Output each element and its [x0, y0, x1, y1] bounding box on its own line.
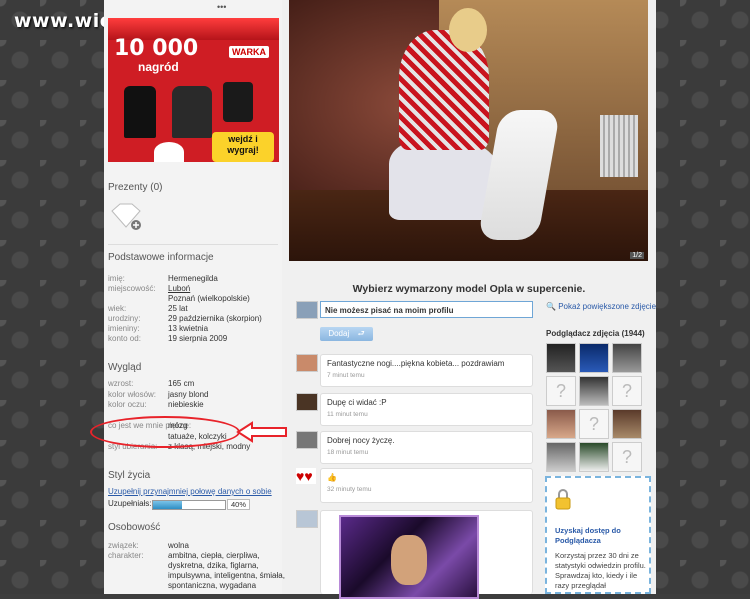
zoom-photo-label: Pokaż powiększone zdjęcie: [558, 302, 657, 311]
commenter-avatar[interactable]: [296, 510, 318, 528]
comment-input[interactable]: Nie możesz pisać na moim profilu: [320, 301, 533, 318]
advertisement-banner[interactable]: 10 000 nagród WARKA wejdź i wygraj!: [108, 18, 279, 162]
photo-head: [449, 8, 487, 52]
viewer-access-promo[interactable]: Uzyskaj dostęp do Podglądacza Korzystaj …: [545, 476, 651, 594]
comment-text: Dobrej nocy życzę.: [327, 436, 395, 445]
promo-body: Korzystaj przez 30 dni ze statystyki odw…: [555, 551, 646, 590]
zoom-photo-link[interactable]: 🔍 Pokaż powiększone zdjęcie: [546, 302, 656, 311]
personality-title: Osobowość: [108, 522, 161, 533]
city-link[interactable]: Luboń: [168, 284, 286, 294]
info-key: kolor oczu:: [108, 400, 147, 409]
fill-profile-link[interactable]: Uzupełnij przynajmniej połowę danych o s…: [108, 487, 283, 496]
profile-progress-bar: [152, 500, 226, 510]
promo-title[interactable]: Uzyskaj dostęp do Podglądacza: [555, 526, 647, 546]
info-value: 13 kwietnia: [168, 324, 209, 333]
highlight-circle: [90, 416, 240, 448]
comment-text: Fantastyczne nogi....piękna kobieta... p…: [327, 359, 505, 368]
viewer-thumbnail[interactable]: [579, 376, 609, 406]
hoodie-image: [124, 86, 156, 138]
info-key: wzrost:: [108, 379, 134, 388]
gifts-title: Prezenty (0): [108, 182, 163, 193]
more-icon[interactable]: •••: [217, 2, 226, 12]
divider: [108, 244, 278, 245]
viewer-thumbnail[interactable]: [546, 409, 576, 439]
comment-image[interactable]: [339, 515, 479, 599]
thumbs-up-icon: 👍: [327, 473, 337, 482]
lock-icon: [555, 489, 571, 510]
ad-cta-button[interactable]: wejdź i wygraj!: [212, 132, 274, 162]
comment-image-figure: [391, 535, 427, 585]
viewer-thumbnail[interactable]: [612, 343, 642, 373]
info-value: 25 lat: [168, 304, 188, 313]
info-key: związek:: [108, 541, 139, 550]
progress-value: 40%: [227, 499, 251, 510]
commenter-avatar[interactable]: [296, 393, 318, 411]
gift-diamond-icon[interactable]: [108, 201, 144, 231]
info-key: charakter:: [108, 551, 144, 560]
hearts-avatar-icon[interactable]: ♥♥: [296, 468, 316, 484]
ad-prize-label: nagród: [138, 60, 179, 74]
commenter-avatar[interactable]: [296, 431, 318, 449]
lifestyle-title: Styl życia: [108, 470, 151, 481]
viewer-thumbnail[interactable]: [546, 343, 576, 373]
info-key: imię:: [108, 274, 125, 283]
comment-text: Dupę ci widać :P: [327, 398, 387, 407]
add-comment-label: Dodaj: [328, 329, 350, 338]
viewer-thumbnail[interactable]: [546, 442, 576, 472]
highlight-arrow-icon: [236, 421, 287, 443]
comment-date: 18 minut temu: [327, 449, 369, 456]
info-key: miejscowość:: [108, 284, 156, 293]
info-value: wolna: [168, 541, 189, 550]
unknown-user-icon[interactable]: ?: [546, 376, 576, 406]
profile-photo[interactable]: 1/2: [289, 0, 648, 261]
viewer-thumbnail[interactable]: [579, 442, 609, 472]
look-title: Wygląd: [108, 362, 142, 373]
photo-counter: 1/2: [630, 252, 644, 259]
viewer-thumbnail[interactable]: [579, 343, 609, 373]
info-key: imieniny:: [108, 324, 140, 333]
comment-item: [320, 510, 533, 599]
viewers-title: Podglądacz zdjęcia (1944): [546, 329, 645, 338]
info-value: Poznań (wielkopolskie): [168, 294, 250, 303]
info-value: niebieskie: [168, 400, 204, 409]
my-avatar: [296, 301, 318, 319]
info-value: jasny blond: [168, 389, 209, 399]
info-key: konto od:: [108, 334, 141, 343]
info-value: Hermenegilda: [168, 274, 218, 283]
info-key: wiek:: [108, 304, 127, 313]
info-value: 165 cm: [168, 379, 195, 388]
unknown-user-icon[interactable]: ?: [579, 409, 609, 439]
magnifier-icon: 🔍: [546, 302, 556, 311]
basic-info-title: Podstawowe informacje: [108, 252, 214, 263]
jacket-image: [172, 86, 212, 138]
info-key: urodziny:: [108, 314, 141, 323]
return-icon: ⮐: [357, 329, 365, 338]
info-value: ambitna, ciepła, cierpliwa, dyskretna, d…: [168, 551, 285, 590]
info-key: kolor włosów:: [108, 389, 157, 399]
ad-brand: WARKA: [229, 46, 269, 58]
comment-item: Dobrej nocy życzę. 18 minut temu: [320, 431, 533, 464]
photo-radiator: [600, 115, 638, 177]
ball-image: [154, 142, 184, 162]
comment-item: 👍 32 minuty temu: [320, 468, 533, 503]
comment-item: Dupę ci widać :P 11 minut temu: [320, 393, 533, 426]
viewer-thumbnail[interactable]: [612, 409, 642, 439]
progress-fill: [153, 501, 182, 509]
comment-item: Fantastyczne nogi....piękna kobieta... p…: [320, 354, 533, 387]
opel-ad-text[interactable]: Wybierz wymarzony model Opla w superceni…: [290, 283, 648, 295]
info-value: 19 sierpnia 2009: [168, 334, 228, 343]
commenter-avatar[interactable]: [296, 354, 318, 372]
hat-gloves-image: [223, 82, 253, 122]
unknown-user-icon[interactable]: ?: [612, 442, 642, 472]
comment-date: 11 minut temu: [327, 411, 368, 418]
comment-date: 32 minuty temu: [327, 486, 372, 493]
add-comment-button[interactable]: Dodaj ⮐: [320, 327, 373, 341]
comment-date: 7 minut temu: [327, 372, 365, 379]
info-value: 29 października (skorpion): [168, 314, 262, 323]
ad-prize: 10 000: [114, 36, 199, 61]
unknown-user-icon[interactable]: ?: [612, 376, 642, 406]
